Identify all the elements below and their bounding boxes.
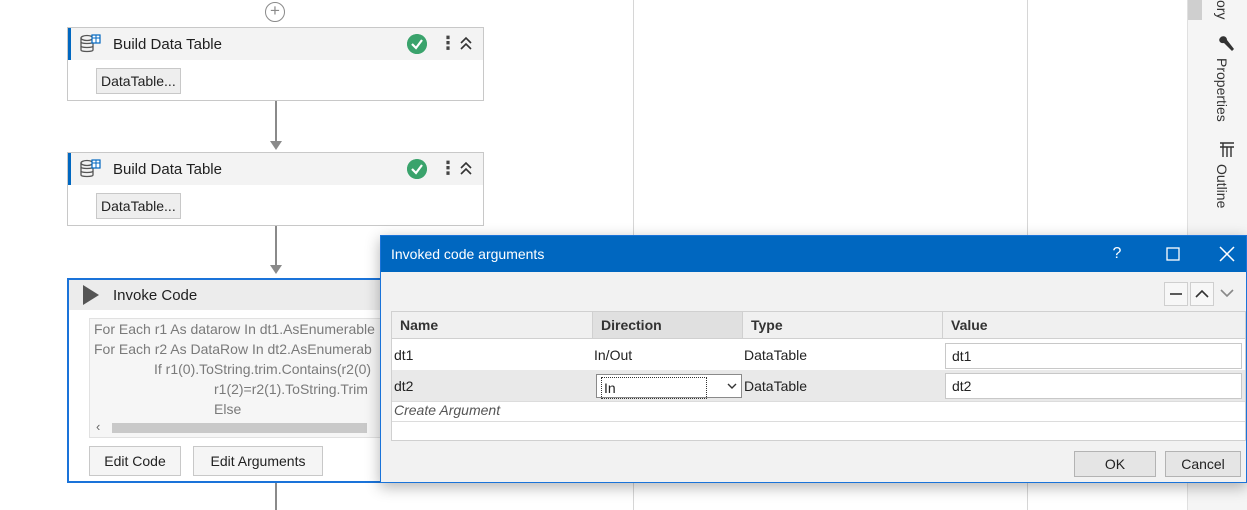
activity-title: Build Data Table <box>113 160 222 178</box>
move-down-button[interactable] <box>1216 282 1240 306</box>
chevron-up-icon <box>1195 289 1209 298</box>
dialog-titlebar: Invoked code arguments ? <box>381 236 1246 272</box>
code-line: For Each r1 As datarow In dt1.AsEnumerab… <box>94 321 375 337</box>
add-activity-icon[interactable]: + <box>265 2 285 22</box>
column-header-direction[interactable]: Direction <box>592 312 742 339</box>
collapse-chevron-icon[interactable] <box>457 34 475 54</box>
database-table-icon <box>80 159 101 178</box>
ok-button[interactable]: OK <box>1074 451 1156 477</box>
activity-title: Invoke Code <box>113 286 198 304</box>
play-icon <box>83 285 99 305</box>
validated-check-icon <box>407 159 427 179</box>
more-options-icon[interactable]: ⋮ <box>439 157 457 181</box>
argument-direction-cell[interactable]: In/Out <box>592 340 742 370</box>
build-data-table-activity[interactable]: Build Data Table ⋮ DataTable... <box>67 27 484 101</box>
code-preview[interactable]: For Each r1 As datarow In dt1.AsEnumerab… <box>89 318 389 438</box>
tab-outline[interactable]: Outline <box>1214 164 1230 208</box>
connector-line <box>275 226 277 266</box>
more-options-icon[interactable]: ⋮ <box>439 32 457 56</box>
remove-argument-button[interactable] <box>1164 282 1188 306</box>
connector-line <box>275 483 277 510</box>
direction-select[interactable]: In <box>596 374 742 399</box>
connector-line <box>275 101 277 141</box>
tab-history[interactable]: ory <box>1214 0 1230 19</box>
side-scrollbar-thumb[interactable] <box>1188 0 1202 20</box>
direction-select-value: In <box>601 377 707 399</box>
help-button[interactable]: ? <box>1107 242 1127 266</box>
horizontal-scrollbar[interactable]: ‹ <box>94 419 384 434</box>
chevron-down-icon <box>1220 289 1234 298</box>
validated-check-icon <box>407 34 427 54</box>
connector-arrow-icon <box>270 141 282 150</box>
code-line: Else <box>214 401 242 417</box>
move-up-button[interactable] <box>1190 282 1214 306</box>
database-table-icon <box>80 34 101 53</box>
tab-properties[interactable]: Properties <box>1214 58 1230 122</box>
row-divider <box>392 421 1245 422</box>
scroll-left-icon[interactable]: ‹ <box>96 419 100 434</box>
edit-code-button[interactable]: Edit Code <box>89 446 181 476</box>
code-line: If r1(0).ToString.trim.Contains(r2(0) <box>154 361 372 377</box>
datatable-button[interactable]: DataTable... <box>96 68 181 94</box>
datatable-button[interactable]: DataTable... <box>96 193 181 219</box>
column-header-type[interactable]: Type <box>742 312 942 339</box>
column-header-name[interactable]: Name <box>392 312 592 339</box>
code-line: r1(2)=r2(1).ToString.Trim <box>214 381 368 397</box>
argument-type-cell[interactable]: DataTable <box>742 340 942 370</box>
column-header-value[interactable]: Value <box>942 312 1245 339</box>
activity-header[interactable]: Build Data Table ⋮ <box>68 28 483 60</box>
cancel-button[interactable]: Cancel <box>1165 451 1241 477</box>
activity-header[interactable]: Build Data Table ⋮ <box>68 153 483 185</box>
edit-arguments-button[interactable]: Edit Arguments <box>193 446 323 476</box>
outline-tree-icon <box>1220 142 1234 157</box>
maximize-icon[interactable] <box>1163 242 1183 266</box>
minus-icon <box>1170 293 1182 295</box>
argument-value-input[interactable]: dt2 <box>945 373 1242 399</box>
row-divider <box>392 401 1245 402</box>
build-data-table-activity[interactable]: Build Data Table ⋮ DataTable... <box>67 152 484 226</box>
invoked-code-arguments-dialog: Invoked code arguments ? Name Direction … <box>380 235 1247 483</box>
chevron-down-icon <box>727 383 737 389</box>
code-line: For Each r2 As DataRow In dt2.AsEnumerab <box>94 341 372 357</box>
argument-name-cell[interactable]: dt2 <box>392 371 592 401</box>
collapse-chevron-icon[interactable] <box>457 159 475 179</box>
arguments-grid: Name Direction Type Value dt1 In/Out Dat… <box>391 311 1246 441</box>
activity-title: Build Data Table <box>113 35 222 53</box>
dialog-title: Invoked code arguments <box>391 246 545 262</box>
argument-name-cell[interactable]: dt1 <box>392 340 592 370</box>
create-argument-link[interactable]: Create Argument <box>394 402 500 418</box>
argument-type-cell[interactable]: DataTable <box>742 371 942 401</box>
close-icon[interactable] <box>1217 242 1237 266</box>
scrollbar-thumb[interactable] <box>112 423 367 433</box>
wrench-icon <box>1219 36 1234 51</box>
connector-arrow-icon <box>270 265 282 274</box>
argument-value-input[interactable]: dt1 <box>945 343 1242 369</box>
